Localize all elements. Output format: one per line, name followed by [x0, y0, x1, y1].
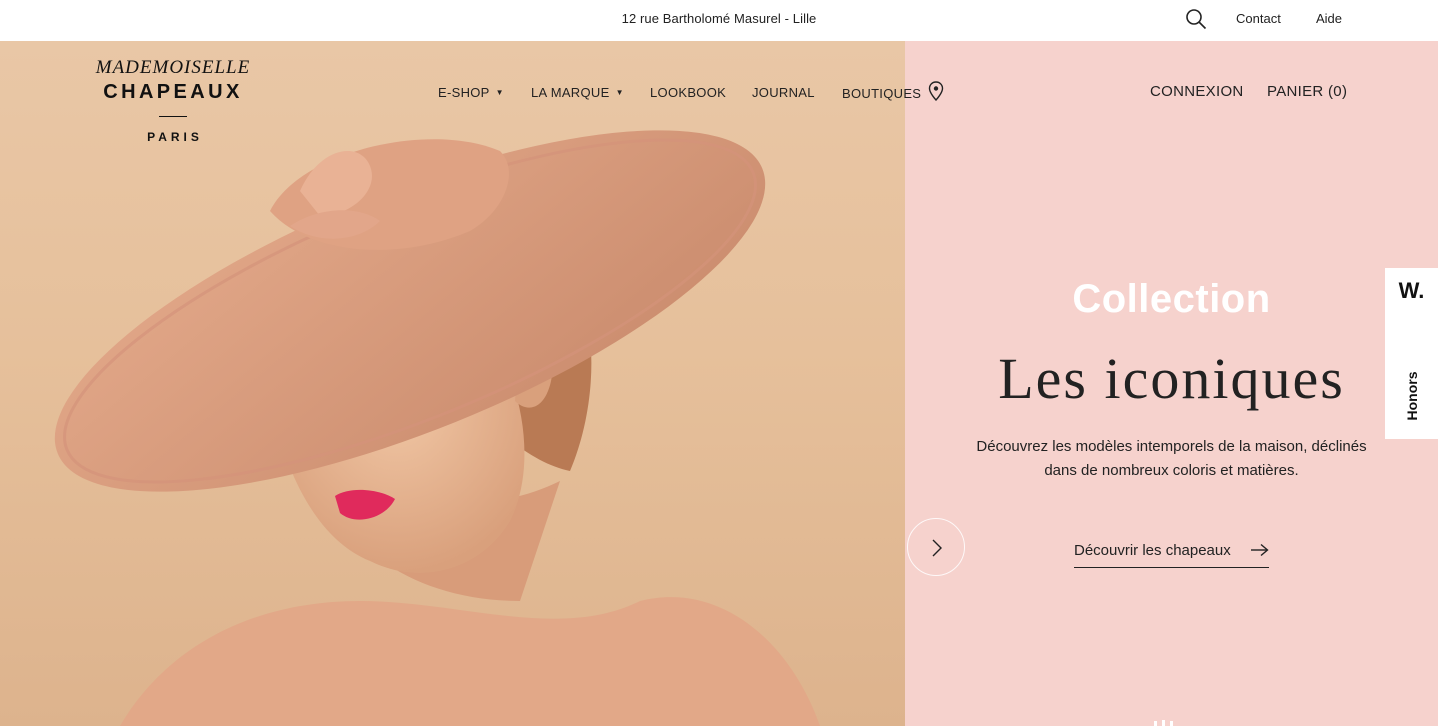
- nav-item-label: E-SHOP: [438, 85, 490, 100]
- nav-item-label: BOUTIQUES: [842, 85, 922, 101]
- contact-link[interactable]: Contact: [1236, 11, 1281, 26]
- logo-line-2: CHAPEAUX: [103, 81, 243, 103]
- login-link[interactable]: CONNEXION: [1150, 83, 1244, 100]
- cart-link[interactable]: PANIER (0): [1267, 83, 1347, 100]
- chevron-down-icon: ▼: [495, 88, 504, 97]
- logo-line-1: MADEMOISELLE: [95, 57, 251, 78]
- brand-logo[interactable]: MADEMOISELLE CHAPEAUX PARIS: [90, 57, 256, 144]
- cta-label: Découvrir les chapeaux: [1074, 542, 1231, 559]
- logo-divider: [159, 116, 187, 117]
- map-pin-icon: [929, 81, 944, 101]
- awards-logo: W.: [1398, 278, 1425, 303]
- collection-title: Les iconiques: [998, 346, 1345, 411]
- logo-line-3: PARIS: [147, 130, 203, 144]
- decorative-mark: [1154, 720, 1173, 726]
- search-icon[interactable]: [1185, 8, 1207, 30]
- nav-item-journal[interactable]: JOURNAL: [752, 85, 815, 100]
- nav-item-label: LA MARQUE: [531, 85, 610, 100]
- chevron-right-icon: [932, 539, 942, 557]
- chevron-down-icon: ▼: [615, 88, 624, 97]
- nav-item-la-marque[interactable]: LA MARQUE ▼: [531, 85, 624, 100]
- nav-item-eshop[interactable]: E-SHOP ▼: [438, 85, 504, 100]
- nav-item-boutiques[interactable]: BOUTIQUES: [842, 81, 944, 101]
- nav-item-label: JOURNAL: [752, 85, 815, 100]
- nav-item-label: LOOKBOOK: [650, 85, 727, 100]
- arrow-right-icon: [1251, 543, 1269, 557]
- top-bar: 12 rue Bartholomé Masurel - Lille Contac…: [0, 0, 1438, 41]
- awards-label: Honors: [1404, 371, 1420, 421]
- awards-badge[interactable]: W. Honors: [1385, 268, 1438, 439]
- hero-section: MADEMOISELLE CHAPEAUX PARIS E-SHOP ▼ LA …: [0, 41, 1438, 726]
- collection-description: Découvrez les modèles intemporels de la …: [976, 438, 1367, 479]
- store-address: 12 rue Bartholomé Masurel - Lille: [621, 11, 817, 26]
- help-link[interactable]: Aide: [1316, 11, 1342, 26]
- discover-hats-button[interactable]: Découvrir les chapeaux: [1074, 542, 1269, 568]
- carousel-next-button[interactable]: [907, 518, 965, 576]
- collection-label: Collection: [1072, 277, 1271, 321]
- nav-item-lookbook[interactable]: LOOKBOOK: [650, 85, 726, 100]
